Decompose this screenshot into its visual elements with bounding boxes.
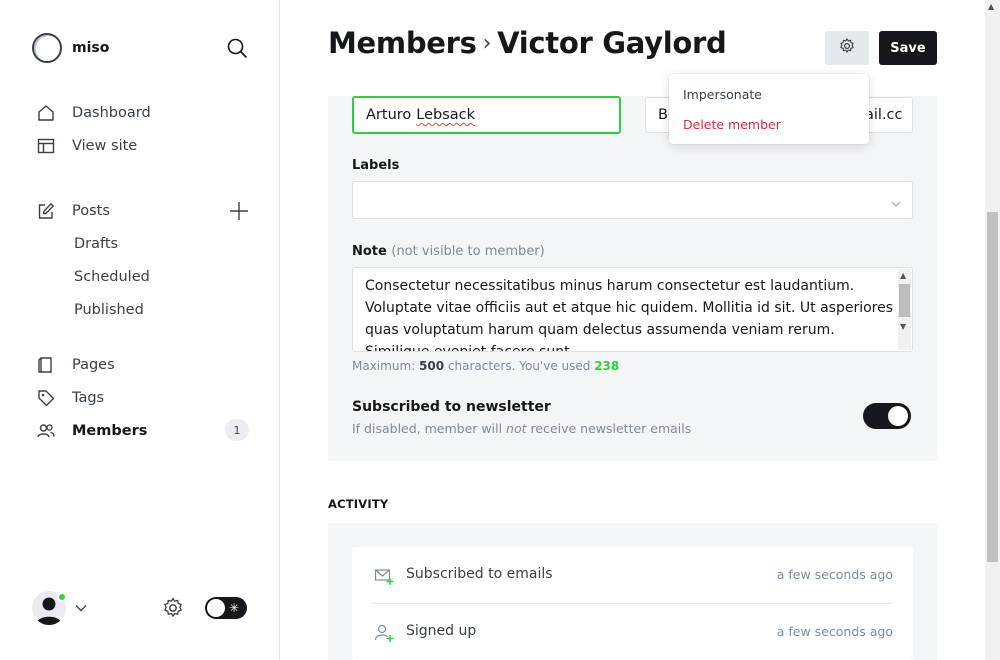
scroll-down-icon[interactable]: ▼ [900,322,906,331]
gear-icon [838,37,856,59]
online-status-dot [57,592,67,602]
scroll-up-icon[interactable]: ▲ [988,2,994,11]
activity-item: Subscribed to emails a few seconds ago [372,547,893,603]
save-button[interactable]: Save [879,31,937,65]
newsletter-description: If disabled, member will not receive new… [352,421,691,436]
newsletter-desc-pre: If disabled, member will [352,421,503,436]
breadcrumb-separator: › [482,31,492,56]
site-name: miso [72,40,110,56]
nav-published[interactable]: Published [74,298,144,322]
note-textarea[interactable]: Consectetur necessitatibus minus harum c… [352,267,913,352]
delete-member-menu-item[interactable]: Delete member [683,117,781,132]
nav-tags[interactable]: Tags [36,386,104,410]
nav-view-site[interactable]: View site [36,134,137,158]
newsletter-title: Subscribed to newsletter [352,399,551,415]
note-text: Consectetur necessitatibus minus harum c… [365,278,894,352]
email-value-end: ail.cc [865,107,903,123]
members-count-badge: 1 [225,419,249,441]
search-icon[interactable] [226,37,248,59]
note-hint: (not visible to member) [391,244,545,259]
nav-members[interactable]: Members [36,419,147,443]
mail-plus-icon [374,566,394,586]
page-scrollbar[interactable]: ▲ [985,0,1000,660]
members-icon [36,421,56,441]
name-last: Lebsack [416,107,476,123]
breadcrumb-members[interactable]: Members [328,26,477,60]
activity-text: Signed up [406,623,477,639]
activity-item: Signed up a few seconds ago [372,604,893,660]
member-actions-menu: Impersonate Delete member [669,74,869,144]
note-label: Note (not visible to member) [352,244,545,259]
count-prefix: Maximum: [352,359,416,373]
page-icon [36,355,56,375]
newsletter-desc-em: not [506,421,527,436]
layout-icon [36,136,56,156]
activity-heading: ACTIVITY [328,497,389,511]
nav-posts-label: Posts [72,203,110,219]
labels-select[interactable] [352,181,913,219]
nav-tags-label: Tags [72,390,105,406]
activity-time: a few seconds ago [776,567,893,582]
nav-dashboard-label: Dashboard [72,105,151,121]
nav-pages-label: Pages [72,357,115,373]
member-name-title: Victor Gaylord [497,26,727,60]
brand[interactable]: miso [32,33,109,63]
note-char-count: Maximum: 500 characters. You've used 238 [352,359,619,373]
count-used: 238 [594,359,620,373]
impersonate-menu-item[interactable]: Impersonate [683,87,762,102]
pencil-square-icon [36,201,56,221]
count-max: 500 [419,359,445,373]
nav-posts[interactable]: Posts [36,199,110,223]
nav-dashboard[interactable]: Dashboard [36,101,151,125]
chevron-down-icon [890,195,902,207]
activity-time: a few seconds ago [776,624,893,639]
scrollbar-thumb[interactable] [987,212,998,562]
tag-icon [36,388,56,408]
scrollbar-thumb[interactable] [899,284,910,317]
labels-label: Labels [352,158,400,173]
dark-mode-toggle[interactable]: ✳ [205,597,247,619]
site-logo-icon [32,33,62,63]
toggle-knob [207,599,225,617]
scroll-up-icon[interactable]: ▲ [900,271,906,280]
add-post-icon[interactable] [228,200,250,222]
member-settings-button[interactable] [825,31,869,65]
sun-icon: ✳ [229,601,240,615]
nav-pages[interactable]: Pages [36,353,115,377]
count-mid: characters. You've used [447,359,591,373]
toggle-knob [888,406,908,426]
nav-scheduled[interactable]: Scheduled [74,265,150,289]
note-scrollbar[interactable]: ▲ ▼ [898,269,911,350]
user-plus-icon [374,623,394,643]
activity-text: Subscribed to emails [406,566,553,582]
note-label-text: Note [352,244,387,259]
newsletter-desc-post: receive newsletter emails [530,421,692,436]
nav-view-site-label: View site [72,138,138,154]
house-icon [36,103,56,123]
sidebar: miso Dashboard View site Posts Drafts Sc… [0,0,280,660]
chevron-down-icon[interactable] [74,600,88,614]
nav-members-label: Members [72,423,148,439]
name-field[interactable]: Arturo Lebsack [352,96,621,134]
gear-icon[interactable] [161,596,185,620]
name-first: Arturo [366,107,412,123]
nav-drafts[interactable]: Drafts [74,232,118,256]
page-title: Members › Victor Gaylord [328,26,727,60]
newsletter-toggle[interactable] [863,403,911,429]
